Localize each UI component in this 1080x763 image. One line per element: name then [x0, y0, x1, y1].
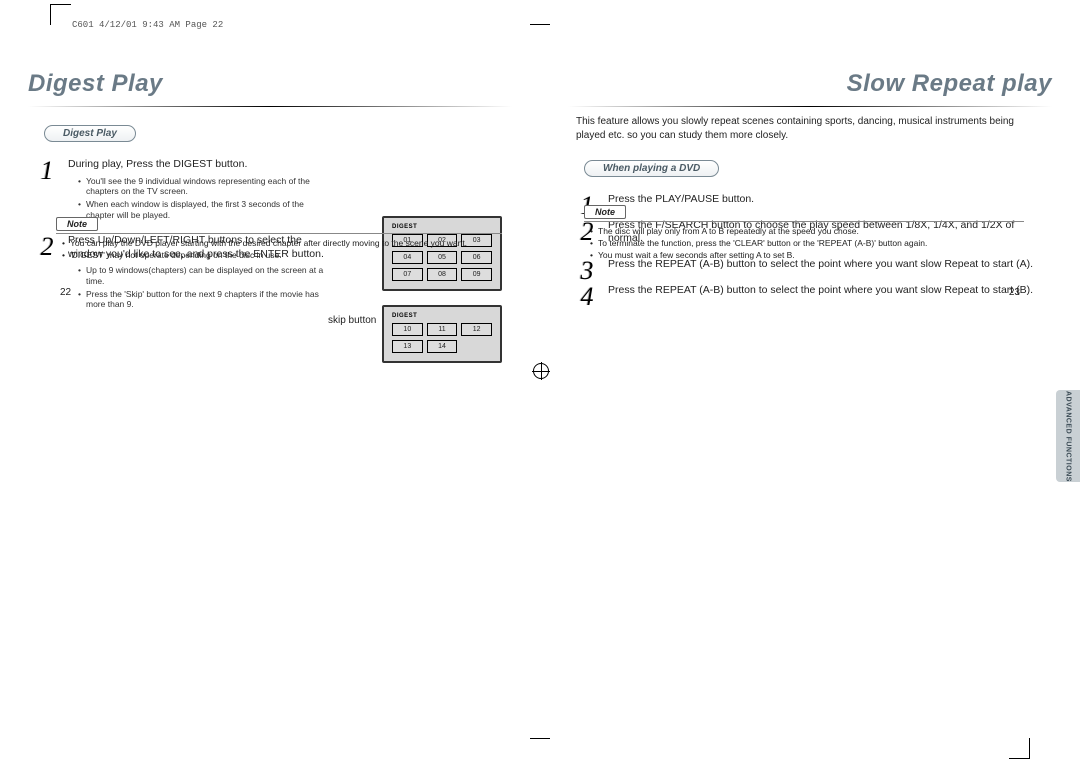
step-4r-text: Press the REPEAT (A-B) button to select …	[608, 284, 1033, 296]
right-page: Slow Repeat play This feature allows you…	[568, 70, 1052, 318]
manual-spread: C601 4/12/01 9:43 AM Page 22 Digest Play…	[0, 0, 1080, 763]
note-item: You can play the DVD player starting wit…	[62, 238, 502, 249]
page-number-right: 23	[1009, 287, 1020, 298]
page-title-left: Digest Play	[28, 70, 512, 98]
page-title-right: Slow Repeat play	[568, 70, 1052, 98]
step2-sub-a: Up to 9 windows(chapters) can be display…	[78, 265, 328, 286]
note-box-left: Note You can play the DVD player startin…	[56, 214, 502, 262]
note-heading-left: Note	[56, 217, 98, 231]
cell: 08	[427, 268, 458, 281]
section-pill-dvd: When playing a DVD	[584, 160, 719, 177]
cell: 12	[461, 323, 492, 336]
note-box-right: Note The disc will play only from A to B…	[584, 202, 1024, 262]
title-rule-left	[28, 106, 512, 107]
center-mark-top	[530, 24, 550, 25]
step1-sub-a: You'll see the 9 individual windows repr…	[78, 176, 328, 197]
step-4-right: Press the REPEAT (A-B) button to select …	[574, 278, 1052, 304]
cell: 13	[392, 340, 423, 353]
intro-text: This feature allows you slowly repeat sc…	[576, 115, 1032, 142]
note-item: To terminate the function, press the 'CL…	[590, 238, 1024, 249]
note-rule	[584, 221, 1024, 222]
registration-mark-icon	[533, 363, 549, 379]
digest-label-2: DIGEST	[392, 313, 492, 319]
step-1-text: During play, Press the DIGEST button.	[68, 158, 247, 170]
center-mark-bottom	[530, 738, 550, 739]
note-rule	[56, 233, 502, 234]
side-tab-label: ADVANCED FUNCTIONS	[1065, 391, 1072, 482]
note-item: The disc will play only from A to B repe…	[590, 226, 1024, 237]
crop-mark-bottom-right	[1009, 738, 1030, 759]
cell: 14	[427, 340, 458, 353]
page-columns: Digest Play Digest Play During play, Pre…	[28, 70, 1052, 318]
left-page: Digest Play Digest Play During play, Pre…	[28, 70, 512, 318]
side-tab: ADVANCED FUNCTIONS	[1056, 390, 1080, 482]
crop-mark-top-left	[50, 4, 71, 25]
cell: 07	[392, 268, 423, 281]
note-heading-right: Note	[584, 205, 626, 219]
note-item: 'DIGEST' may not operate depending on th…	[62, 250, 502, 261]
print-header: C601 4/12/01 9:43 AM Page 22	[72, 20, 1052, 30]
page-number-left: 22	[60, 287, 71, 298]
skip-button-label: skip button	[328, 315, 376, 326]
cell: 11	[427, 323, 458, 336]
cell: 10	[392, 323, 423, 336]
section-pill-digest: Digest Play	[44, 125, 136, 142]
step2-sub-b: Press the 'Skip' button for the next 9 c…	[78, 289, 328, 310]
title-rule-right	[568, 106, 1052, 107]
note-item: You must wait a few seconds after settin…	[590, 250, 1024, 261]
cell: 09	[461, 268, 492, 281]
digest-grid-2: DIGEST 10 11 12 13 14	[382, 305, 502, 363]
